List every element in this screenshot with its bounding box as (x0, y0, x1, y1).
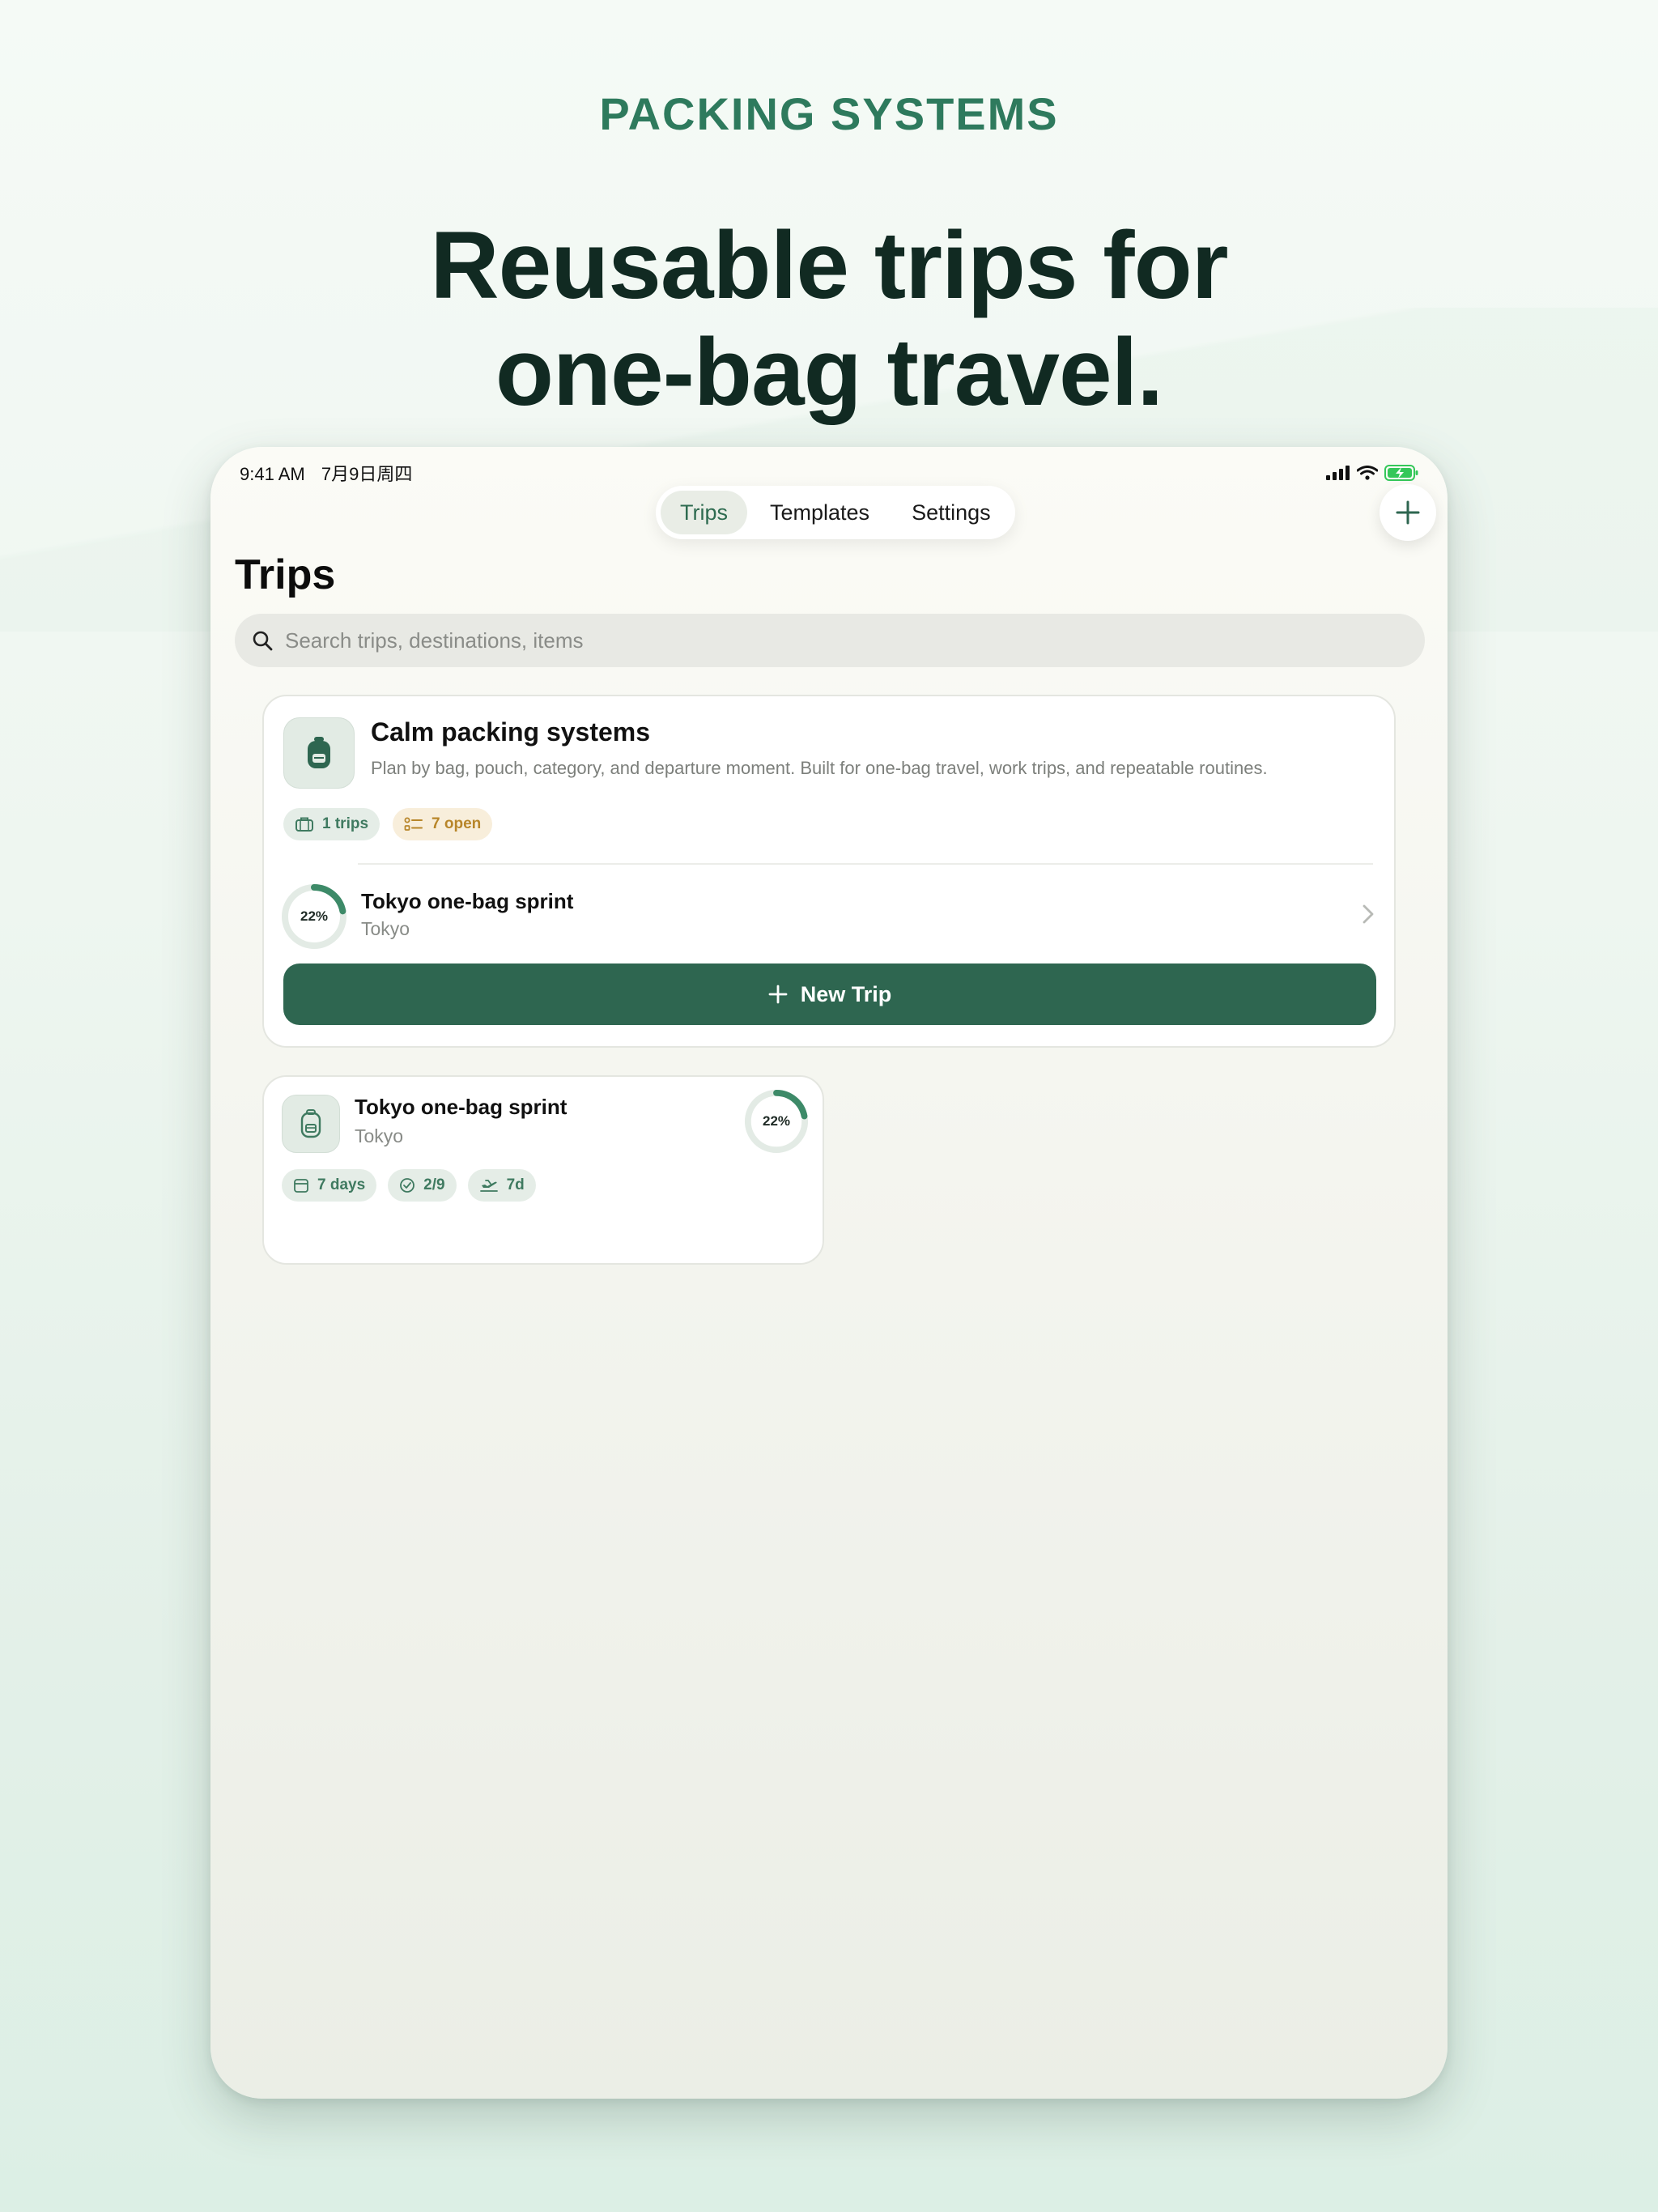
new-trip-label: New Trip (800, 981, 892, 1006)
open-items-label: 7 open (432, 815, 482, 832)
status-left: 9:41 AM 7月9日周四 (240, 460, 412, 486)
trip-card[interactable]: Tokyo one-bag sprint Tokyo 22% 7 days 2/… (262, 1075, 824, 1265)
calendar-icon (294, 1179, 308, 1193)
departure-chip: 7d (467, 1169, 536, 1202)
trip-card-title: Tokyo one-bag sprint (355, 1095, 568, 1119)
summary-card-icon (283, 717, 355, 789)
status-bar: 9:41 AM 7月9日周四 (240, 457, 1418, 489)
duration-chip: 7 days (282, 1169, 377, 1202)
suitcase-icon (295, 817, 313, 832)
packed-count-chip: 2/9 (388, 1169, 457, 1202)
airplane-departure-icon (479, 1180, 498, 1192)
trip-card-chips: 7 days 2/9 7d (282, 1169, 536, 1202)
cellular-signal-icon (1326, 466, 1350, 480)
check-circle-icon (400, 1178, 415, 1193)
tab-segmented-control: Trips Templates Settings (656, 486, 1015, 539)
window-resize-handle[interactable] (1399, 2050, 1448, 2099)
search-icon (253, 631, 273, 651)
headline-line-2: one-bag travel. (495, 319, 1163, 426)
headline-line-1: Reusable trips for (430, 212, 1228, 319)
trip-row-title: Tokyo one-bag sprint (361, 889, 574, 913)
tab-templates[interactable]: Templates (750, 491, 889, 534)
trip-card-icon (282, 1095, 340, 1153)
progress-percent-label: 22% (300, 908, 329, 924)
page-title: Trips (235, 551, 336, 598)
summary-card-title: Calm packing systems (371, 717, 651, 747)
trips-count-chip: 1 trips (283, 808, 380, 840)
search-bar (235, 614, 1425, 667)
trip-list-row[interactable]: 22% Tokyo one-bag sprint Tokyo (280, 879, 1378, 954)
ipad-screen: 9:41 AM 7月9日周四 Trips Templates Settings … (210, 447, 1448, 2099)
add-button[interactable] (1380, 484, 1436, 541)
summary-card-subtitle: Plan by bag, pouch, category, and depart… (371, 758, 1268, 778)
wifi-icon (1357, 466, 1378, 480)
tab-settings[interactable]: Settings (892, 491, 1010, 534)
status-right (1326, 465, 1418, 481)
packed-count-label: 2/9 (423, 1176, 445, 1193)
status-time: 9:41 AM (240, 464, 305, 484)
trip-progress-ring: 22% (280, 883, 348, 951)
backpack-icon (300, 1109, 321, 1138)
summary-card: Calm packing systems Plan by bag, pouch,… (262, 695, 1396, 1048)
summary-divider (358, 863, 1373, 865)
marketing-headline: Reusable trips for one-bag travel. (0, 212, 1658, 426)
chevron-right-icon (1363, 904, 1374, 924)
open-items-chip: 7 open (393, 808, 493, 840)
new-trip-button[interactable]: New Trip (283, 963, 1376, 1025)
marketing-eyebrow: PACKING SYSTEMS (599, 88, 1059, 139)
trips-count-label: 1 trips (322, 815, 369, 832)
backpack-icon (308, 737, 330, 768)
plus-icon (1396, 500, 1420, 525)
plus-icon (768, 985, 788, 1004)
search-input[interactable] (285, 627, 1337, 653)
duration-label: 7 days (317, 1176, 366, 1193)
battery-charging-icon (1384, 465, 1418, 481)
progress-percent-label: 22% (762, 1113, 791, 1129)
tab-trips[interactable]: Trips (661, 491, 747, 534)
trip-card-progress-ring: 22% (743, 1088, 810, 1155)
trip-card-destination: Tokyo (355, 1125, 404, 1146)
checklist-icon (404, 817, 423, 831)
trip-row-destination: Tokyo (361, 918, 410, 939)
summary-chips: 1 trips 7 open (283, 808, 493, 840)
status-date: 7月9日周四 (321, 464, 413, 484)
departure-label: 7d (506, 1176, 525, 1193)
